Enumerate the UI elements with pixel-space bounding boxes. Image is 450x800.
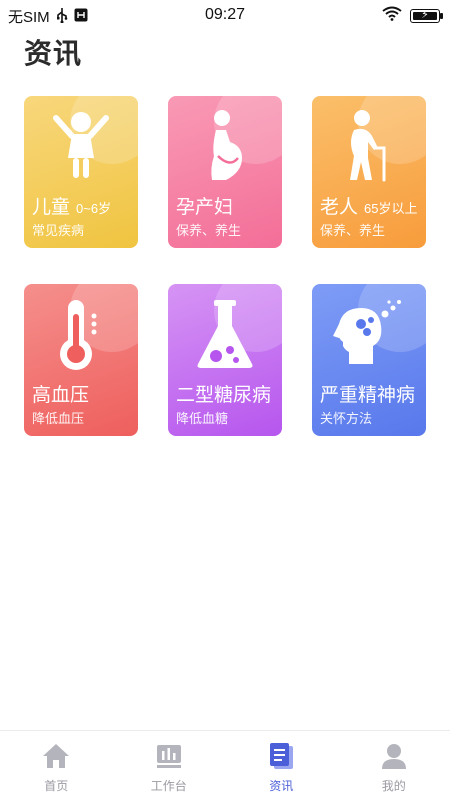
status-right: ⚡	[382, 6, 443, 26]
card-elderly[interactable]: 老人 65岁以上 保养、养生	[312, 96, 426, 248]
card-age: 65岁以上	[364, 201, 418, 216]
tab-label: 我的	[381, 779, 406, 793]
card-title: 高血压	[32, 385, 90, 406]
card-subtitle: 关怀方法	[320, 411, 373, 426]
card-subtitle: 常见疾病	[32, 223, 85, 238]
card-subtitle: 保养、养生	[320, 223, 386, 238]
wifi-icon	[382, 6, 402, 26]
elderly-icon	[312, 106, 426, 184]
tab-label: 首页	[44, 779, 69, 793]
workbench-icon	[154, 741, 184, 771]
user-icon	[379, 741, 409, 771]
status-bar: 无SIM 09:27 ⚡	[0, 0, 450, 32]
tab-label: 资讯	[269, 779, 294, 793]
child-icon	[24, 106, 138, 184]
flask-icon	[168, 294, 282, 372]
card-title: 孕产妇	[176, 197, 234, 218]
card-maternal[interactable]: 孕产妇 保养、养生	[168, 96, 282, 248]
card-hypertension[interactable]: 高血压 降低血压	[24, 284, 138, 436]
tab-home[interactable]: 首页	[0, 731, 113, 800]
card-mental-illness[interactable]: 严重精神病 关怀方法	[312, 284, 426, 436]
card-title: 儿童	[32, 197, 71, 218]
card-subtitle: 降低血糖	[176, 411, 229, 426]
card-subtitle: 降低血压	[32, 411, 85, 426]
news-icon	[266, 741, 296, 771]
tab-workbench[interactable]: 工作台	[113, 731, 226, 800]
home-icon	[41, 741, 71, 771]
battery-icon: ⚡	[410, 9, 443, 23]
page-title: 资讯	[24, 38, 83, 69]
card-diabetes[interactable]: 二型糖尿病 降低血糖	[168, 284, 282, 436]
card-title: 二型糖尿病	[176, 385, 272, 406]
card-subtitle: 保养、养生	[176, 223, 242, 238]
tab-mine[interactable]: 我的	[338, 731, 450, 800]
pregnant-woman-icon	[168, 106, 282, 184]
tab-news[interactable]: 资讯	[225, 731, 338, 800]
card-age: 0~6岁	[76, 201, 112, 216]
tab-label: 工作台	[150, 779, 187, 793]
card-title: 老人	[320, 197, 359, 218]
card-children[interactable]: 儿童 0~6岁 常见疾病	[24, 96, 138, 248]
bottom-tab-bar: 首页 工作台 资讯 我的	[0, 730, 450, 800]
card-title: 严重精神病	[320, 385, 416, 406]
thermometer-icon	[24, 294, 138, 372]
head-bubbles-icon	[312, 294, 426, 372]
